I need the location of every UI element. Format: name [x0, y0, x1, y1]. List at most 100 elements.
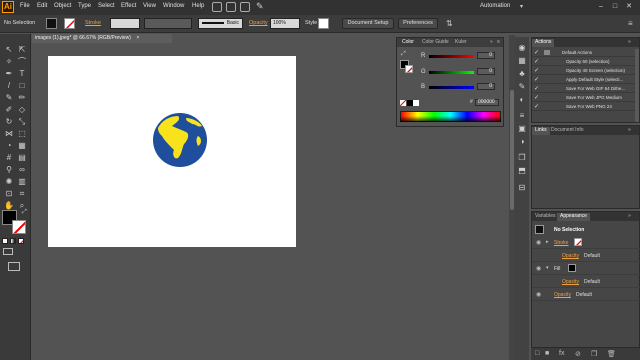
bridge-icon[interactable]	[212, 2, 222, 12]
expand-icon[interactable]: ▸	[546, 239, 549, 245]
artboards-icon[interactable]: ⬒	[517, 166, 527, 176]
swap-colors-icon[interactable]: ⤢	[401, 51, 406, 58]
none-swatch[interactable]	[400, 100, 406, 106]
lasso-tool-icon[interactable]: ⌒	[16, 56, 28, 67]
close-window-button[interactable]: ✕	[624, 3, 634, 11]
eraser-tool-icon[interactable]: ◇	[16, 104, 28, 115]
color-mode-button[interactable]	[2, 238, 8, 244]
eye-icon[interactable]: ◉	[536, 291, 541, 298]
gradient-mode-button[interactable]	[10, 238, 16, 244]
pen-tool-icon[interactable]: ✒	[3, 68, 15, 79]
opacity-label[interactable]: Opacity	[249, 20, 268, 26]
gradient-tool-icon[interactable]: ▤	[16, 152, 28, 163]
tab-actions[interactable]: Actions	[532, 39, 555, 47]
scrollbar-thumb[interactable]	[510, 90, 514, 210]
free-transform-tool-icon[interactable]: ⬚	[16, 128, 28, 139]
pencil-tool-icon[interactable]: ✏	[16, 92, 28, 103]
eye-icon[interactable]: ◉	[536, 265, 541, 272]
type-tool-icon[interactable]: T	[16, 68, 28, 79]
action-set-row[interactable]: ✓ Default Actions	[532, 49, 636, 57]
maximize-button[interactable]: □	[610, 3, 620, 11]
selection-tool-icon[interactable]: ↖	[3, 44, 15, 55]
collapse-icon[interactable]: »	[625, 213, 634, 219]
document-setup-button[interactable]: Document Setup	[342, 18, 394, 29]
line-tool-icon[interactable]: /	[3, 80, 15, 91]
check-icon[interactable]: ✓	[534, 95, 540, 101]
symbol-sprayer-tool-icon[interactable]: ✺	[3, 176, 15, 187]
fill-row[interactable]: ◉ ▾ Fill	[532, 262, 640, 275]
check-icon[interactable]: ✓	[534, 50, 540, 56]
action-row[interactable]: ✓ Apply Default Style (selecti...	[532, 76, 636, 84]
paintbrush-tool-icon[interactable]: ✎	[3, 92, 15, 103]
rectangle-tool-icon[interactable]: □	[16, 80, 28, 91]
stroke-label[interactable]: Stroke	[554, 240, 568, 246]
artboard-tool-icon[interactable]: ⊡	[3, 188, 15, 199]
arrange-documents-icon[interactable]	[240, 2, 250, 12]
globe-artwork[interactable]	[152, 112, 208, 168]
width-tool-icon[interactable]: ⋈	[3, 128, 15, 139]
graphic-styles-icon[interactable]: ◐	[517, 95, 527, 105]
fill-swatch[interactable]	[46, 18, 57, 29]
menu-effect[interactable]: Effect	[121, 3, 136, 9]
collapse-icon[interactable]: »	[625, 127, 634, 133]
blue-value[interactable]: 0	[477, 83, 495, 90]
action-row[interactable]: ✓ Save For Web JPG Medium	[532, 94, 636, 102]
check-icon[interactable]: ✓	[534, 59, 540, 65]
scale-tool-icon[interactable]: ⤡	[16, 116, 28, 127]
menu-edit[interactable]: Edit	[37, 3, 47, 9]
mesh-tool-icon[interactable]: #	[3, 152, 15, 163]
fill-opacity-row[interactable]: Opacity Default	[532, 275, 640, 288]
green-value[interactable]: 0	[477, 68, 495, 75]
fill-label[interactable]: Fill	[554, 266, 560, 272]
shape-builder-tool-icon[interactable]: ◔	[3, 140, 15, 151]
menu-window[interactable]: Window	[163, 3, 184, 9]
color-palette-icon[interactable]: ◉	[517, 43, 527, 53]
perspective-grid-tool-icon[interactable]: ▦	[16, 140, 28, 151]
tab-document-info[interactable]: Document Info	[548, 127, 587, 133]
action-row[interactable]: ✓ Opacity 60 (selection)	[532, 58, 636, 66]
preferences-button[interactable]: Preferences	[398, 18, 438, 29]
stroke-opacity-row[interactable]: Opacity Default	[532, 249, 640, 262]
column-graph-tool-icon[interactable]: ▥	[16, 176, 28, 187]
graphic-style-swatch[interactable]	[318, 18, 329, 29]
gradient-icon[interactable]: ▣	[517, 124, 527, 134]
direct-selection-tool-icon[interactable]: ⇱	[16, 44, 28, 55]
opacity-label[interactable]: Opacity	[554, 292, 571, 298]
check-icon[interactable]: ✓	[534, 77, 540, 83]
blob-brush-tool-icon[interactable]: ✐	[3, 104, 15, 115]
red-slider[interactable]	[429, 55, 474, 58]
stroke-weight-field[interactable]	[110, 18, 140, 29]
tab-variables[interactable]: Variables	[532, 213, 558, 219]
brush-definition[interactable]: Basic	[198, 18, 243, 29]
collapse-icon[interactable]: »	[490, 39, 493, 45]
hex-value[interactable]: 000000	[475, 99, 499, 106]
white-swatch[interactable]	[413, 100, 419, 106]
menu-type[interactable]: Type	[78, 3, 91, 9]
tab-kuler[interactable]: Kuler	[455, 39, 467, 45]
transparency-icon[interactable]: ◑	[517, 137, 527, 147]
action-row[interactable]: ✓ Save For Web PNG 24	[532, 103, 636, 111]
tab-appearance[interactable]: Appearance	[557, 213, 590, 221]
menu-object[interactable]: Object	[54, 3, 71, 9]
blend-tool-icon[interactable]: ∞	[16, 164, 28, 175]
tab-color[interactable]: Color	[402, 39, 414, 45]
opacity-field[interactable]: 100%	[270, 18, 300, 29]
eyedropper-tool-icon[interactable]: ⚲	[3, 164, 15, 175]
swatches-icon[interactable]: ▦	[517, 56, 527, 66]
expand-icon[interactable]: ▾	[546, 265, 549, 271]
action-row[interactable]: ✓ Opacity 40 Screen (selection)	[532, 67, 636, 75]
chevron-down-icon[interactable]: ▾	[520, 3, 523, 10]
stroke-row[interactable]: ◉ ▸ Stroke	[532, 236, 640, 249]
menu-view[interactable]: View	[143, 3, 156, 9]
menu-file[interactable]: File	[20, 3, 30, 9]
arrange-icon[interactable]: ⇅	[446, 19, 453, 28]
blue-slider[interactable]	[429, 86, 474, 89]
minimize-button[interactable]: –	[596, 3, 606, 11]
change-screen-mode-icon[interactable]	[8, 262, 20, 271]
check-icon[interactable]: ✓	[534, 104, 540, 110]
menu-help[interactable]: Help	[192, 3, 204, 9]
brush-tool-icon[interactable]: ✎	[256, 1, 264, 12]
artboard[interactable]	[48, 56, 296, 247]
add-stroke-icon[interactable]: □	[535, 350, 539, 357]
fill-swatch[interactable]	[568, 264, 576, 272]
